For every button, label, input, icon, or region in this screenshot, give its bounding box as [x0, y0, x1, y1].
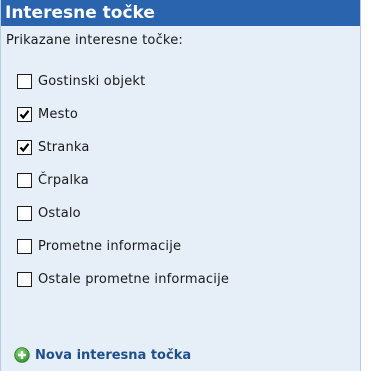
option-label: Črpalka [38, 173, 89, 188]
checkbox[interactable] [17, 206, 32, 221]
poi-option-prometne-informacije[interactable]: Prometne informacije [1, 230, 360, 263]
option-label: Gostinski objekt [38, 74, 146, 89]
checkmark-icon [19, 110, 30, 120]
new-point-of-interest-label: Nova interesna točka [35, 347, 192, 363]
checkbox[interactable] [17, 239, 32, 254]
checkbox[interactable] [17, 107, 32, 122]
add-circle-icon [14, 347, 30, 363]
poi-option-mesto[interactable]: Mesto [1, 98, 360, 131]
new-point-of-interest-link[interactable]: Nova interesna točka [14, 347, 191, 363]
checkbox[interactable] [17, 173, 32, 188]
poi-option-ostale-prometne-informacije[interactable]: Ostale prometne informacije [1, 263, 360, 296]
checkmark-icon [19, 143, 30, 153]
option-label: Mesto [38, 107, 79, 122]
checkbox[interactable] [17, 140, 32, 155]
points-of-interest-panel: Interesne točke Prikazane interesne točk… [0, 0, 361, 371]
poi-option-gostinski-objekt[interactable]: Gostinski objekt [1, 65, 360, 98]
option-label: Ostalo [38, 206, 81, 221]
option-label: Ostale prometne informacije [38, 272, 230, 287]
poi-option-crpalka[interactable]: Črpalka [1, 164, 360, 197]
panel-subtitle: Prikazane interesne točke: [6, 33, 183, 48]
poi-filter-list: Gostinski objekt Mesto Stranka Črpalka O… [1, 65, 360, 296]
poi-option-ostalo[interactable]: Ostalo [1, 197, 360, 230]
checkbox[interactable] [17, 272, 32, 287]
panel-title: Interesne točke [1, 0, 360, 26]
poi-option-stranka[interactable]: Stranka [1, 131, 360, 164]
option-label: Prometne informacije [38, 239, 182, 254]
option-label: Stranka [38, 140, 90, 155]
checkbox[interactable] [17, 74, 32, 89]
